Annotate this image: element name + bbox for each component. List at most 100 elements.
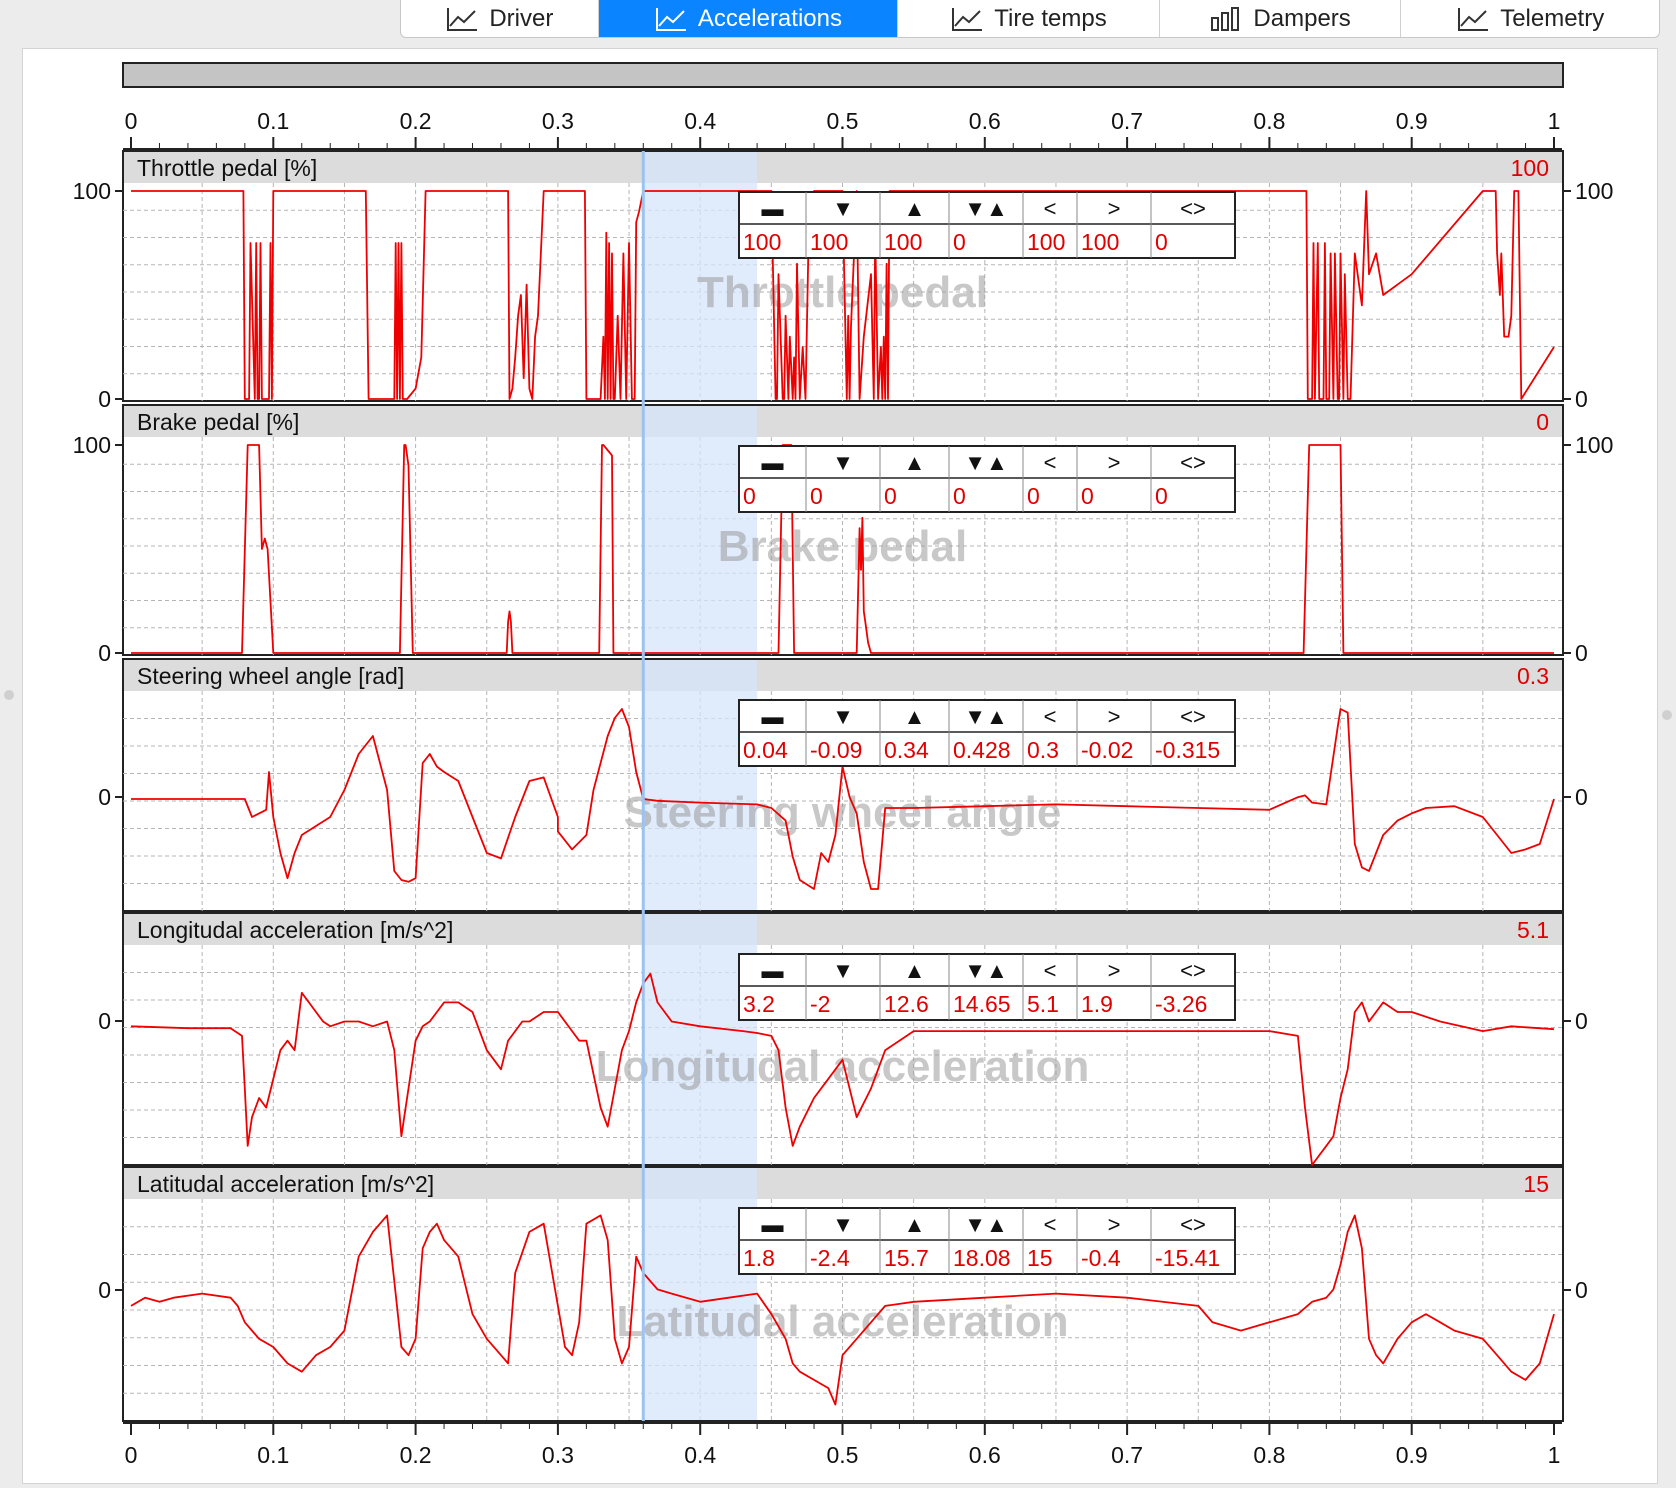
- tab-label: Telemetry: [1500, 4, 1605, 32]
- stats-header: <: [1044, 196, 1057, 221]
- x-scrollbar[interactable]: [122, 62, 1564, 88]
- stats-value: 0: [1155, 483, 1168, 509]
- selection-band[interactable]: [643, 1168, 758, 1420]
- x-tick-label: 0.6: [969, 1442, 1001, 1468]
- tab-label: Tire temps: [994, 4, 1107, 32]
- stats-header: ▼: [832, 196, 854, 221]
- right-resize-handle[interactable]: [1662, 710, 1672, 720]
- chart-panel: 0 0.1 0.2 0.3 0.4 0.5 0.6 0.7 0.8 0.9 1 0 0.1 0.2 0.3 0…: [22, 48, 1658, 1484]
- tab-label: Driver: [489, 4, 554, 32]
- tab-dampers[interactable]: Dampers: [1160, 0, 1402, 37]
- stats-value: 100: [743, 229, 781, 255]
- panel-watermark: Longitudal acceleration: [596, 1042, 1090, 1091]
- stats-value: 14.65: [953, 991, 1011, 1017]
- y-tick-label-right: 0: [1575, 640, 1588, 666]
- panel-title: Latitudal acceleration [m/s^2]: [137, 1171, 434, 1197]
- stats-value: 0.3: [1027, 737, 1059, 763]
- stats-value: 0: [1081, 483, 1094, 509]
- panel-title: Brake pedal [%]: [137, 409, 299, 435]
- stats-header: <: [1044, 1212, 1057, 1237]
- tab-label: Accelerations: [697, 4, 842, 32]
- tab-accelerations[interactable]: Accelerations: [598, 0, 899, 37]
- stats-header: >: [1108, 1212, 1121, 1237]
- tab-bar: Driver Accelerations Tire temps Dampers Tele…: [400, 0, 1660, 38]
- tab-label: Dampers: [1253, 4, 1351, 32]
- x-tick-label: 0.7: [1111, 108, 1143, 134]
- line-chart-icon: [655, 7, 686, 31]
- tab-telemetry[interactable]: Telemetry: [1401, 0, 1659, 37]
- stats-header: ▲: [904, 1212, 926, 1237]
- stats-value: 1.8: [743, 1245, 775, 1271]
- x-tick-label: 0.2: [400, 1442, 432, 1468]
- x-tick-label: 0.2: [400, 108, 432, 134]
- stats-header: ▼▲: [964, 1212, 1008, 1237]
- stats-value: -15.41: [1155, 1245, 1220, 1271]
- y-tick-label-left: 0: [98, 386, 111, 412]
- stats-header: ▲: [904, 958, 926, 983]
- y-tick-label-right: 0: [1575, 386, 1588, 412]
- tab-tire-temps[interactable]: Tire temps: [898, 0, 1160, 37]
- line-chart-icon: [952, 7, 983, 31]
- current-value: 0: [1536, 409, 1549, 435]
- panel-header: [124, 406, 1562, 437]
- current-value: 15: [1523, 1171, 1549, 1197]
- y-tick-label-left: 0: [98, 1277, 111, 1303]
- line-chart-icon: [1458, 7, 1489, 31]
- stats-header: >: [1108, 704, 1121, 729]
- current-value: 5.1: [1517, 917, 1549, 943]
- stats-table: ▬0▼0▲0▼▲0<0>0<>0: [738, 445, 1236, 513]
- stats-value: 0.428: [953, 737, 1011, 763]
- panel-2: Brake pedal [%] 0Brake pedal100 1000 0▬0▼0▲…: [73, 404, 1613, 666]
- stats-value: -2: [810, 991, 830, 1017]
- stats-value: 18.08: [953, 1245, 1011, 1271]
- stats-value: 0: [1155, 229, 1168, 255]
- stats-value: 100: [1081, 229, 1119, 255]
- y-tick-label-left: 100: [73, 178, 111, 204]
- tab-driver[interactable]: Driver: [401, 0, 599, 37]
- x-tick-label: 0: [125, 1442, 138, 1468]
- telemetry-chart[interactable]: 0 0.1 0.2 0.3 0.4 0.5 0.6 0.7 0.8 0.9 1 0 0.1 0.2 0.3 0…: [23, 49, 1659, 1485]
- stats-header: <>: [1180, 1212, 1206, 1237]
- y-tick-label-right: 100: [1575, 432, 1613, 458]
- stats-header: >: [1108, 196, 1121, 221]
- stats-header: >: [1108, 450, 1121, 475]
- x-tick-label: 0.9: [1396, 108, 1428, 134]
- panel-watermark: Brake pedal: [718, 522, 967, 571]
- panel-header: [124, 152, 1562, 183]
- stats-header: <: [1044, 450, 1057, 475]
- selection-band[interactable]: [643, 660, 758, 910]
- stats-header: ▲: [904, 704, 926, 729]
- stats-header: <>: [1180, 958, 1206, 983]
- stats-value: 15.7: [884, 1245, 929, 1271]
- stats-header: ▼▲: [964, 958, 1008, 983]
- stats-value: -0.09: [810, 737, 862, 763]
- stats-header: ▼: [832, 958, 854, 983]
- stats-header: ▼▲: [964, 450, 1008, 475]
- left-resize-handle[interactable]: [4, 690, 14, 700]
- stats-value: -0.315: [1155, 737, 1220, 763]
- current-value: 0.3: [1517, 663, 1549, 689]
- stats-header: ▬: [762, 196, 784, 221]
- x-tick-label: 0.8: [1253, 1442, 1285, 1468]
- panel-3: Steering wheel angle [rad] 0.3 Steering wh…: [98, 658, 1588, 912]
- panel-5: Latitudal acceleration [m/s^2] 15 Latituda…: [98, 1166, 1588, 1422]
- x-tick-label: 0.8: [1253, 108, 1285, 134]
- line-chart-icon: [447, 7, 478, 31]
- stats-header: <: [1044, 958, 1057, 983]
- stats-value: 100: [810, 229, 848, 255]
- panel-watermark: Throttle pedal: [697, 268, 988, 317]
- panel-title: Steering wheel angle [rad]: [137, 663, 404, 689]
- stats-header: <: [1044, 704, 1057, 729]
- selection-band[interactable]: [643, 914, 758, 1164]
- stats-value: 0: [953, 229, 966, 255]
- stats-header: ▬: [762, 704, 784, 729]
- x-tick-label: 0.5: [827, 1442, 859, 1468]
- stats-header: ▬: [762, 450, 784, 475]
- y-tick-label-right: 0: [1575, 1277, 1588, 1303]
- y-tick-label-left: 0: [98, 784, 111, 810]
- stats-value: -0.02: [1081, 737, 1133, 763]
- stats-table: ▬ 0.04 ▼ -0.09 ▲ 0.34 ▼▲ 0.428 <0.3 > -0.02 <> -0.31…: [738, 699, 1236, 767]
- stats-header: ▲: [904, 450, 926, 475]
- panel-4: Longitudal acceleration [m/s^2] 5.1 Longit…: [98, 912, 1588, 1166]
- stats-value: 12.6: [884, 991, 929, 1017]
